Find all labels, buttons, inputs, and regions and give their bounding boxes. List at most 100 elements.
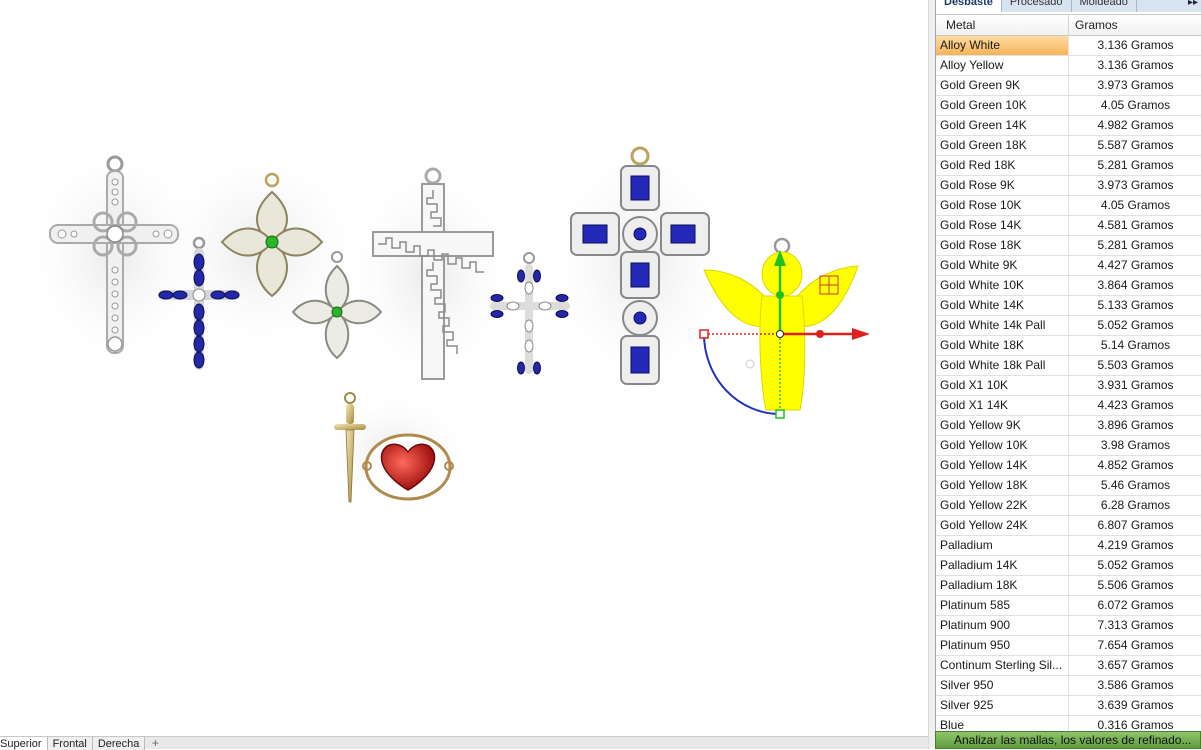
- table-row[interactable]: Gold Rose 10K 4.05 Gramos: [936, 196, 1201, 216]
- scene-canvas[interactable]: [0, 0, 928, 736]
- table-row[interactable]: Gold Yellow 18K 5.46 Gramos: [936, 476, 1201, 496]
- metal-cell[interactable]: Silver 925: [936, 696, 1069, 715]
- metal-cell[interactable]: Palladium: [936, 536, 1069, 555]
- table-row[interactable]: Silver 925 3.639 Gramos: [936, 696, 1201, 716]
- table-row[interactable]: Gold White 10K 3.864 Gramos: [936, 276, 1201, 296]
- metal-cell[interactable]: Gold Yellow 22K: [936, 496, 1069, 515]
- metal-cell[interactable]: Gold Green 14K: [936, 116, 1069, 135]
- metal-cell[interactable]: Gold White 10K: [936, 276, 1069, 295]
- grams-cell: 4.581 Gramos: [1097, 218, 1174, 232]
- grams-cell: 4.05 Gramos: [1100, 198, 1171, 212]
- grams-cell: 3.973 Gramos: [1097, 178, 1174, 192]
- metal-cell[interactable]: Gold Rose 18K: [936, 236, 1069, 255]
- table-row[interactable]: Gold Green 18K 5.587 Gramos: [936, 136, 1201, 156]
- metal-cell[interactable]: Alloy White: [936, 36, 1069, 55]
- metal-cell[interactable]: Palladium 18K: [936, 576, 1069, 595]
- tab-desbaste[interactable]: Desbaste: [936, 0, 1002, 12]
- table-row[interactable]: Gold Yellow 14K 4.852 Gramos: [936, 456, 1201, 476]
- column-header-metal[interactable]: Metal: [936, 15, 1069, 36]
- heart-pendant[interactable]: [362, 433, 454, 501]
- metal-cell[interactable]: Gold Red 18K: [936, 156, 1069, 175]
- metal-cell[interactable]: Gold Yellow 24K: [936, 516, 1069, 535]
- table-row[interactable]: Gold White 14K 5.133 Gramos: [936, 296, 1201, 316]
- metal-cell[interactable]: Gold Green 9K: [936, 76, 1069, 95]
- table-row[interactable]: Platinum 950 7.654 Gramos: [936, 636, 1201, 656]
- panel-splitter[interactable]: [928, 0, 935, 749]
- grams-cell: 6.072 Gramos: [1097, 598, 1174, 612]
- metal-cell[interactable]: Alloy Yellow: [936, 56, 1069, 75]
- metal-cell[interactable]: Gold Rose 14K: [936, 216, 1069, 235]
- table-row[interactable]: Gold White 14k Pall 5.052 Gramos: [936, 316, 1201, 336]
- metal-cell[interactable]: Silver 950: [936, 676, 1069, 695]
- table-row[interactable]: Gold Yellow 24K 6.807 Gramos: [936, 516, 1201, 536]
- metal-cell[interactable]: Gold White 9K: [936, 256, 1069, 275]
- grams-cell: 4.852 Gramos: [1097, 458, 1174, 472]
- table-row[interactable]: Alloy White 3.136 Gramos: [936, 36, 1201, 56]
- table-row[interactable]: Platinum 900 7.313 Gramos: [936, 616, 1201, 636]
- grams-cell: 3.136 Gramos: [1097, 38, 1174, 52]
- table-row[interactable]: Gold White 18K 5.14 Gramos: [936, 336, 1201, 356]
- metal-cell[interactable]: Platinum 585: [936, 596, 1069, 615]
- table-row[interactable]: Gold Rose 14K 4.581 Gramos: [936, 216, 1201, 236]
- metal-cell[interactable]: Gold Rose 10K: [936, 196, 1069, 215]
- table-row[interactable]: Palladium 18K 5.506 Gramos: [936, 576, 1201, 596]
- column-header-gramos[interactable]: Gramos: [1069, 15, 1201, 36]
- table-row[interactable]: Palladium 14K 5.052 Gramos: [936, 556, 1201, 576]
- more-tabs-icon[interactable]: ▸▸: [1184, 0, 1201, 12]
- grams-cell: 3.931 Gramos: [1097, 378, 1174, 392]
- tab-moldeado[interactable]: Moldeado: [1072, 0, 1137, 12]
- table-row[interactable]: Gold Yellow 10K 3.98 Gramos: [936, 436, 1201, 456]
- table-row[interactable]: Gold Rose 18K 5.281 Gramos: [936, 236, 1201, 256]
- table-row[interactable]: Gold Red 18K 5.281 Gramos: [936, 156, 1201, 176]
- grams-cell: 3.657 Gramos: [1097, 658, 1174, 672]
- metal-cell[interactable]: Gold White 14K: [936, 296, 1069, 315]
- metal-cell[interactable]: Gold Yellow 9K: [936, 416, 1069, 435]
- add-tab-icon[interactable]: +: [145, 737, 165, 750]
- table-row[interactable]: Alloy Yellow 3.136 Gramos: [936, 56, 1201, 76]
- metal-cell[interactable]: Platinum 950: [936, 636, 1069, 655]
- metal-cell[interactable]: Gold Green 10K: [936, 96, 1069, 115]
- table-row[interactable]: Gold Rose 9K 3.973 Gramos: [936, 176, 1201, 196]
- table-row[interactable]: Gold Green 10K 4.05 Gramos: [936, 96, 1201, 116]
- table-row[interactable]: Gold White 9K 4.427 Gramos: [936, 256, 1201, 276]
- table-row[interactable]: Gold X1 14K 4.423 Gramos: [936, 396, 1201, 416]
- table-row[interactable]: Gold Green 14K 4.982 Gramos: [936, 116, 1201, 136]
- grams-cell: 7.654 Gramos: [1097, 638, 1174, 652]
- metal-cell[interactable]: Gold Yellow 10K: [936, 436, 1069, 455]
- grams-cell: 5.14 Gramos: [1100, 338, 1171, 352]
- metal-cell[interactable]: Continum Sterling Sil...: [936, 656, 1069, 675]
- grams-cell: 3.864 Gramos: [1097, 278, 1174, 292]
- grams-cell: 3.639 Gramos: [1097, 698, 1174, 712]
- metal-cell[interactable]: Gold White 14k Pall: [936, 316, 1069, 335]
- metal-cell[interactable]: Gold X1 14K: [936, 396, 1069, 415]
- tab-frontal[interactable]: Frontal: [47, 737, 93, 750]
- metal-cell[interactable]: Gold White 18k Pall: [936, 356, 1069, 375]
- metal-cell[interactable]: Gold Rose 9K: [936, 176, 1069, 195]
- metal-cell[interactable]: Gold Yellow 18K: [936, 476, 1069, 495]
- grams-cell: 6.807 Gramos: [1097, 518, 1174, 532]
- tab-procesado[interactable]: Procesado: [1002, 0, 1072, 12]
- table-row[interactable]: Gold X1 10K 3.931 Gramos: [936, 376, 1201, 396]
- table-row[interactable]: Gold Yellow 22K 6.28 Gramos: [936, 496, 1201, 516]
- metal-cell[interactable]: Gold Green 18K: [936, 136, 1069, 155]
- table-row[interactable]: Gold Yellow 9K 3.896 Gramos: [936, 416, 1201, 436]
- metal-cell[interactable]: Gold White 18K: [936, 336, 1069, 355]
- metal-cell[interactable]: Palladium 14K: [936, 556, 1069, 575]
- grams-cell: 6.28 Gramos: [1100, 498, 1171, 512]
- table-row[interactable]: Gold Green 9K 3.973 Gramos: [936, 76, 1201, 96]
- grams-cell: 5.587 Gramos: [1097, 138, 1174, 152]
- metal-cell[interactable]: Platinum 900: [936, 616, 1069, 635]
- metal-weight-table[interactable]: Alloy White 3.136 Gramos Alloy Yellow 3.136…: [936, 36, 1201, 736]
- grams-cell: 5.133 Gramos: [1097, 298, 1174, 312]
- 3d-viewport[interactable]: [0, 0, 928, 736]
- table-row[interactable]: Silver 950 3.586 Gramos: [936, 676, 1201, 696]
- metal-cell[interactable]: Gold Yellow 14K: [936, 456, 1069, 475]
- table-row[interactable]: Continum Sterling Sil... 3.657 Gramos: [936, 656, 1201, 676]
- tab-superior[interactable]: Superior: [0, 737, 48, 750]
- grams-cell: 3.896 Gramos: [1097, 418, 1174, 432]
- table-row[interactable]: Gold White 18k Pall 5.503 Gramos: [936, 356, 1201, 376]
- table-row[interactable]: Platinum 585 6.072 Gramos: [936, 596, 1201, 616]
- tab-derecha[interactable]: Derecha: [92, 737, 146, 750]
- table-row[interactable]: Palladium 4.219 Gramos: [936, 536, 1201, 556]
- metal-cell[interactable]: Gold X1 10K: [936, 376, 1069, 395]
